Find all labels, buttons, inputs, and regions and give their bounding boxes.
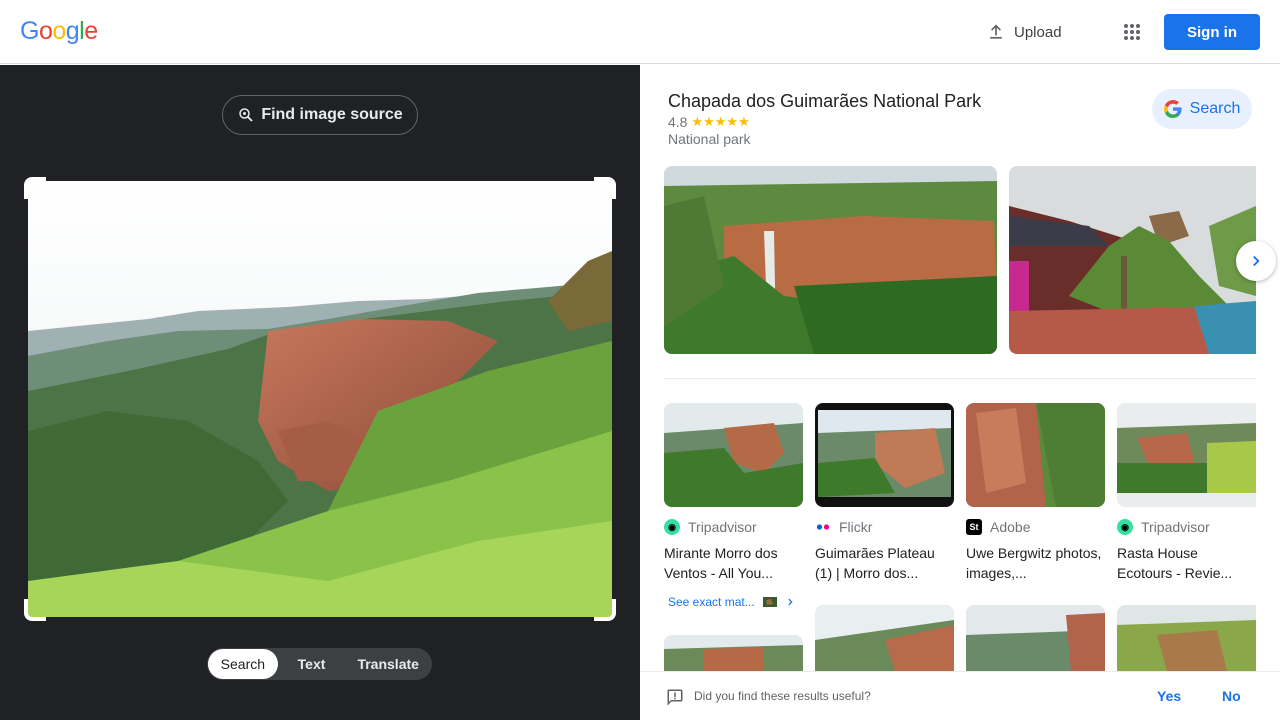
crop-handle-bottom-right[interactable] — [594, 599, 616, 621]
chevron-right-icon — [1253, 255, 1260, 267]
next-images-button[interactable] — [1236, 241, 1276, 281]
logo-letter: G — [20, 17, 39, 45]
section-divider — [664, 378, 1256, 379]
apps-grid-button[interactable] — [1118, 18, 1146, 46]
result-title: Uwe Bergwitz photos, images,... — [966, 545, 1102, 581]
tab-text[interactable]: Text — [278, 649, 346, 679]
logo-letter: g — [65, 17, 80, 45]
tab-translate[interactable]: Translate — [345, 649, 431, 679]
crop-selection[interactable] — [24, 177, 616, 621]
result-source: ◉ Tripadvisor — [664, 517, 803, 537]
adobe-stock-icon: St — [966, 519, 982, 535]
exact-match-thumbnail-icon — [762, 597, 777, 607]
results-panel: Chapada dos Guimarães National Park 4.8 … — [640, 65, 1280, 720]
google-g-icon — [1163, 100, 1182, 118]
google-search-button[interactable]: Search — [1152, 89, 1252, 129]
feedback-icon — [667, 689, 683, 706]
rating-value: 4.8 — [668, 114, 688, 130]
knowledge-panel-title[interactable]: Chapada dos Guimarães National Park — [668, 91, 981, 112]
visual-match-result[interactable] — [966, 605, 1105, 671]
result-title: Guimarães Plateau (1) | Morro dos... — [815, 545, 935, 581]
visual-match-result[interactable]: Flickr Guimarães Plateau (1) | Morro dos… — [815, 403, 954, 583]
lens-image-panel: Find image source Search Text Translate — [0, 65, 640, 720]
star-rating-icon: ★★★★★ — [691, 114, 750, 129]
result-source: St Adobe — [966, 517, 1105, 537]
result-title: Rasta House Ecotours - Revie... — [1117, 545, 1233, 581]
logo-letter: o — [52, 17, 66, 45]
chevron-right-icon — [788, 598, 793, 606]
search-label: Search — [1189, 100, 1241, 117]
tripadvisor-icon: ◉ — [664, 519, 680, 535]
google-logo[interactable]: Google — [20, 17, 98, 46]
upload-icon — [990, 24, 1002, 39]
find-image-source-label: Find image source — [261, 106, 403, 123]
upload-label: Upload — [1014, 23, 1062, 41]
flickr-icon — [815, 519, 831, 535]
crop-handle-top-left[interactable] — [24, 177, 46, 199]
upload-button[interactable]: Upload — [986, 16, 1062, 48]
query-image — [28, 181, 612, 617]
see-exact-matches-link[interactable]: See exact mat... — [668, 595, 795, 609]
source-name: Adobe — [990, 519, 1031, 535]
entity-type: National park — [668, 131, 751, 147]
result-thumbnail — [664, 403, 803, 507]
lens-mode-tabs: Search Text Translate — [207, 648, 432, 680]
visual-match-result[interactable]: St Adobe Uwe Bergwitz photos, images,... — [966, 403, 1105, 583]
logo-letter: o — [38, 17, 53, 45]
feedback-bar: Did you find these results useful? Yes N… — [640, 671, 1280, 720]
source-name: Tripadvisor — [1141, 519, 1210, 535]
visual-match-result[interactable] — [664, 635, 803, 671]
feedback-question: Did you find these results useful? — [694, 689, 871, 703]
result-thumbnail — [966, 403, 1105, 507]
top-bar: Google Upload Sign in — [0, 0, 1280, 64]
visual-match-result[interactable]: ◉ Tripadvisor Mirante Morro dos Ventos -… — [664, 403, 803, 583]
crop-handle-bottom-left[interactable] — [24, 599, 46, 621]
lens-search-icon — [239, 108, 253, 122]
tab-search[interactable]: Search — [208, 649, 278, 679]
feedback-no-button[interactable]: No — [1222, 688, 1241, 704]
source-name: Tripadvisor — [688, 519, 757, 535]
find-image-source-button[interactable]: Find image source — [222, 95, 418, 135]
visual-match-result[interactable]: ◉ Tripadvisor Rasta House Ecotours - Rev… — [1117, 403, 1256, 583]
result-thumbnail — [1117, 403, 1256, 507]
apps-grid-icon — [1124, 24, 1140, 40]
feedback-yes-button[interactable]: Yes — [1157, 688, 1181, 704]
tripadvisor-icon: ◉ — [1117, 519, 1133, 535]
crop-handle-top-right[interactable] — [594, 177, 616, 199]
rating-row: 4.8 ★★★★★ — [668, 114, 750, 130]
visual-match-result[interactable] — [815, 605, 954, 671]
result-source: Flickr — [815, 517, 954, 537]
visual-match-result[interactable] — [1117, 605, 1256, 671]
exact-match-label: See exact mat... — [668, 595, 755, 609]
entity-image[interactable] — [664, 166, 997, 354]
sign-in-button[interactable]: Sign in — [1164, 14, 1260, 50]
result-thumbnail — [815, 403, 954, 507]
result-title: Mirante Morro dos Ventos - All You... — [664, 545, 778, 581]
result-source: ◉ Tripadvisor — [1117, 517, 1256, 537]
source-name: Flickr — [839, 519, 873, 535]
logo-letter: e — [84, 17, 98, 45]
entity-image[interactable] — [1009, 166, 1256, 354]
